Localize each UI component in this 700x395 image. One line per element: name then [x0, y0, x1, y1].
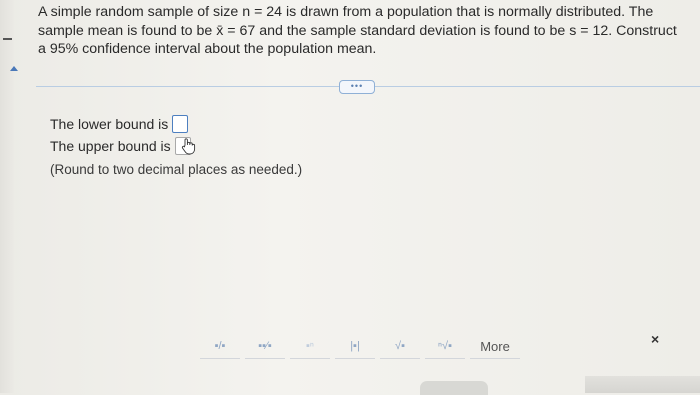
absolute-value-button[interactable]: |▪|: [335, 334, 375, 359]
sample-mean-math: x̄ = 67: [216, 22, 256, 39]
question-part: and the sample standard deviation is fou…: [255, 22, 570, 39]
upper-bound-label: The upper bound is: [50, 138, 171, 154]
hand-cursor-icon: [181, 138, 196, 155]
more-button[interactable]: More: [470, 334, 520, 359]
answer-area: The lower bound is The upper bound is (R…: [50, 113, 302, 181]
square-root-icon: √▪: [395, 340, 405, 352]
expand-question-button[interactable]: •••: [339, 80, 375, 94]
mixed-number-icon: ▪▪⁄▪: [258, 340, 272, 352]
question-text: A simple random sample of size n = 24 is…: [38, 3, 688, 59]
exponent-icon: ▪ⁿ: [306, 340, 314, 352]
absolute-value-icon: |▪|: [350, 340, 360, 352]
left-rail: [0, 0, 18, 393]
exponent-button[interactable]: ▪ⁿ: [290, 334, 330, 359]
lower-bound-label: The lower bound is: [50, 116, 169, 132]
collapse-icon[interactable]: [3, 38, 12, 40]
nth-root-button[interactable]: ⁿ√▪: [425, 334, 465, 359]
nth-root-icon: ⁿ√▪: [438, 340, 452, 352]
lower-bound-row: The lower bound is: [50, 113, 302, 135]
rounding-hint: (Round to two decimal places as needed.): [50, 162, 303, 177]
upper-bound-row: The upper bound is: [50, 135, 302, 157]
lower-bound-input[interactable]: [172, 115, 189, 133]
question-part: A simple random sample of size: [38, 4, 243, 20]
square-root-button[interactable]: √▪: [380, 334, 420, 359]
mixed-number-button[interactable]: ▪▪⁄▪: [245, 334, 285, 359]
fraction-button[interactable]: ▪/▪: [200, 334, 240, 359]
scroll-up-arrow-icon[interactable]: [10, 66, 18, 71]
bottom-shade: [585, 376, 700, 393]
sample-size-math: n = 24: [242, 4, 283, 20]
fraction-icon: ▪/▪: [214, 340, 226, 352]
close-toolbar-icon[interactable]: ×: [651, 331, 659, 347]
std-dev-math: s = 12: [569, 22, 609, 39]
math-toolbar: ▪/▪ ▪▪⁄▪ ▪ⁿ |▪| √▪ ⁿ√▪ More: [200, 334, 525, 359]
